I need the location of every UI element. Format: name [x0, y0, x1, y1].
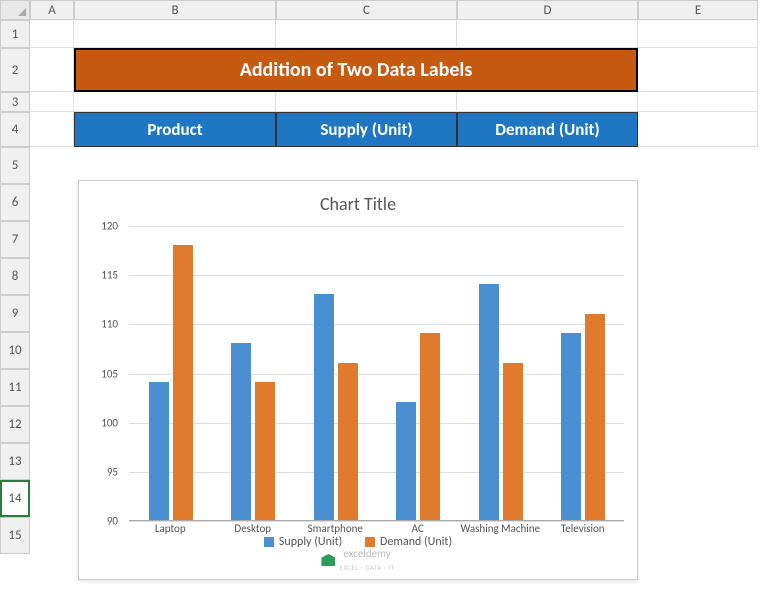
cell[interactable]	[457, 92, 638, 112]
row-head-7[interactable]: 7	[0, 221, 30, 258]
cell[interactable]	[638, 20, 758, 48]
row-head-11[interactable]: 11	[0, 369, 30, 406]
table-header-supply[interactable]: Supply (Unit)	[276, 112, 457, 147]
y-tick: 90	[107, 515, 118, 528]
cell[interactable]	[30, 92, 74, 112]
bar-supply[interactable]	[561, 333, 581, 520]
row-head-13[interactable]: 13	[0, 443, 30, 480]
square-icon	[264, 537, 274, 547]
bar-supply[interactable]	[149, 382, 169, 520]
row-head-15[interactable]: 15	[0, 517, 30, 554]
bar-demand[interactable]	[585, 314, 605, 521]
row-head-14[interactable]: 14	[0, 480, 30, 517]
col-head-c[interactable]: C	[276, 0, 457, 20]
bar-demand[interactable]	[173, 245, 193, 520]
row-head-2[interactable]: 2	[0, 48, 30, 92]
bar-demand[interactable]	[420, 333, 440, 520]
col-head-b[interactable]: B	[74, 0, 276, 20]
x-label: Washing Machine	[460, 523, 540, 535]
cell[interactable]	[638, 112, 758, 147]
bar-supply[interactable]	[396, 402, 416, 520]
square-icon	[365, 537, 375, 547]
col-head-a[interactable]: A	[30, 0, 74, 20]
cell[interactable]	[638, 92, 758, 112]
row-head-5[interactable]: 5	[0, 147, 30, 184]
cell[interactable]	[638, 48, 758, 92]
bar-supply[interactable]	[231, 343, 251, 520]
row-head-12[interactable]: 12	[0, 406, 30, 443]
col-head-d[interactable]: D	[457, 0, 638, 20]
x-label: Smartphone	[295, 523, 375, 535]
x-label: Desktop	[213, 523, 293, 535]
cell[interactable]	[74, 20, 276, 48]
bar-demand[interactable]	[255, 382, 275, 520]
cell[interactable]	[30, 112, 74, 147]
y-tick: 95	[107, 465, 118, 478]
y-tick: 100	[101, 416, 118, 429]
row-head-4[interactable]: 4	[0, 112, 30, 147]
bars-area	[129, 226, 624, 521]
y-axis: 9095100105110115120	[79, 226, 124, 521]
table-header-product[interactable]: Product	[74, 112, 276, 147]
bar-supply[interactable]	[314, 294, 334, 520]
cell[interactable]	[30, 48, 74, 92]
cell[interactable]	[276, 20, 457, 48]
y-tick: 105	[101, 367, 118, 380]
logo-icon	[321, 554, 335, 566]
row-head-1[interactable]: 1	[0, 20, 30, 48]
x-label: Laptop	[130, 523, 210, 535]
bar-demand[interactable]	[503, 363, 523, 520]
row-head-8[interactable]: 8	[0, 258, 30, 295]
col-head-e[interactable]: E	[638, 0, 758, 20]
row-head-3[interactable]: 3	[0, 92, 30, 112]
cell[interactable]	[74, 92, 276, 112]
y-tick: 115	[101, 269, 118, 282]
y-tick: 110	[101, 318, 118, 331]
cell[interactable]	[276, 92, 457, 112]
bar-demand[interactable]	[338, 363, 358, 520]
x-label: Television	[543, 523, 623, 535]
select-all-corner[interactable]	[0, 0, 30, 20]
row-head-10[interactable]: 10	[0, 332, 30, 369]
watermark-sub: EXCEL · DATA · IT	[339, 563, 394, 572]
watermark: exceldemy EXCEL · DATA · IT	[79, 547, 637, 573]
table-header-demand[interactable]: Demand (Unit)	[457, 112, 638, 147]
cell[interactable]	[30, 20, 74, 48]
y-tick: 120	[101, 220, 118, 233]
chart-title[interactable]: Chart Title	[79, 181, 637, 223]
x-label: AC	[378, 523, 458, 535]
watermark-brand: exceldemy	[343, 547, 390, 560]
bar-supply[interactable]	[479, 284, 499, 520]
cell[interactable]	[457, 20, 638, 48]
row-head-6[interactable]: 6	[0, 184, 30, 221]
row-head-9[interactable]: 9	[0, 295, 30, 332]
grid-line	[129, 521, 624, 522]
page-title-banner: Addition of Two Data Labels	[74, 48, 638, 92]
chart[interactable]: Chart Title 90 95 100 105 110 115 120 LaptopDe…	[78, 180, 638, 580]
